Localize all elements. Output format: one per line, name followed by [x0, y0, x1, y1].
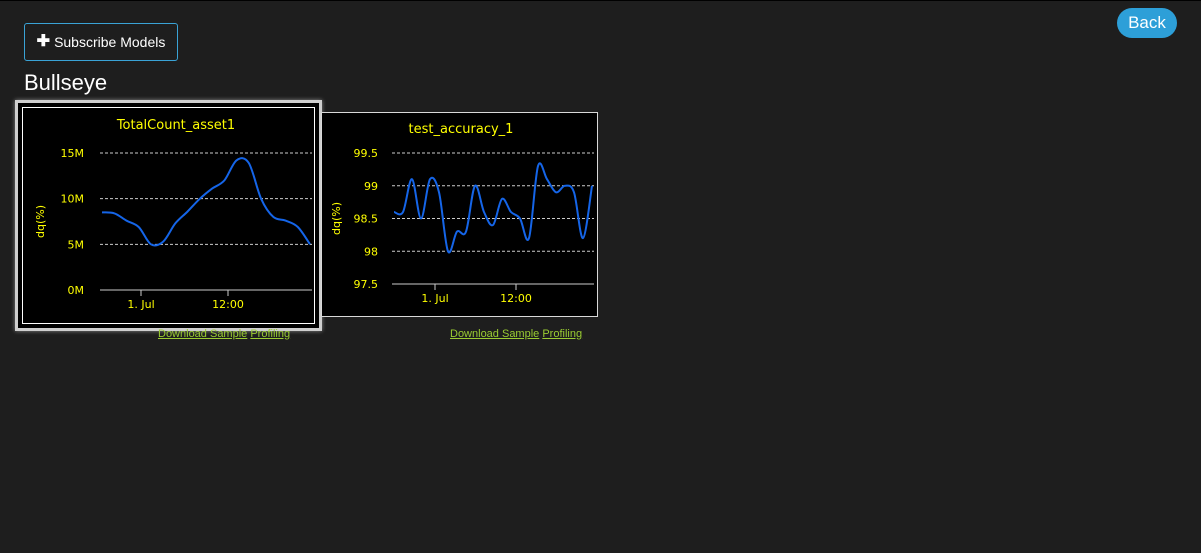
subscribe-models-label: Subscribe Models	[54, 34, 166, 50]
y-tick-label: 98.5	[354, 213, 379, 226]
profiling-link[interactable]: Profiling	[542, 328, 582, 340]
download-sample-link[interactable]: Download Sample	[450, 328, 539, 340]
series-line	[393, 162, 593, 254]
chart-test-accuracy: test_accuracy_1 97.5 98 98.5 99 99.5 1. Jul 12:…	[330, 122, 594, 305]
chart-links-2: Download Sample Profiling	[450, 328, 582, 340]
y-axis-label: dq(%)	[330, 202, 343, 235]
page-title: Bullseye	[24, 70, 108, 95]
y-tick-label: 98	[364, 245, 378, 258]
x-tick-label: 12:00	[212, 298, 244, 311]
y-tick-label: 99	[364, 180, 378, 193]
chart-title: TotalCount_asset1	[116, 118, 235, 133]
chart-card-totalcount: TotalCount_asset1 0M 5M 10M 15M 1. Jul 12:00 dq…	[15, 100, 322, 331]
y-tick-label: 5M	[68, 238, 85, 251]
y-tick-label: 15M	[61, 147, 85, 160]
series-line	[101, 157, 311, 247]
y-tick-label: 10M	[61, 193, 85, 206]
window-top-border	[0, 0, 1201, 1]
chart-totalcount: TotalCount_asset1 0M 5M 10M 15M 1. Jul 12:00 dq…	[34, 118, 312, 311]
x-tick-label: 1. Jul	[127, 298, 154, 311]
chart-card-test-accuracy: test_accuracy_1 97.5 98 98.5 99 99.5 1. Jul 12:…	[321, 112, 598, 317]
plus-icon: ✚	[36, 33, 51, 50]
back-button[interactable]: Back	[1117, 8, 1177, 38]
chart-links-1: Download Sample Profiling	[158, 328, 290, 340]
chart-frame: TotalCount_asset1 0M 5M 10M 15M 1. Jul 12:00 dq…	[22, 107, 315, 324]
y-tick-label: 97.5	[354, 278, 379, 291]
y-tick-label: 0M	[68, 284, 85, 297]
profiling-link[interactable]: Profiling	[250, 328, 290, 340]
subscribe-models-button[interactable]: ✚ Subscribe Models	[24, 23, 178, 61]
y-tick-label: 99.5	[354, 147, 379, 160]
download-sample-link[interactable]: Download Sample	[158, 328, 247, 340]
x-tick-label: 1. Jul	[421, 292, 448, 305]
x-tick-label: 12:00	[500, 292, 532, 305]
chart-title: test_accuracy_1	[409, 122, 514, 137]
y-axis-label: dq(%)	[34, 205, 47, 238]
